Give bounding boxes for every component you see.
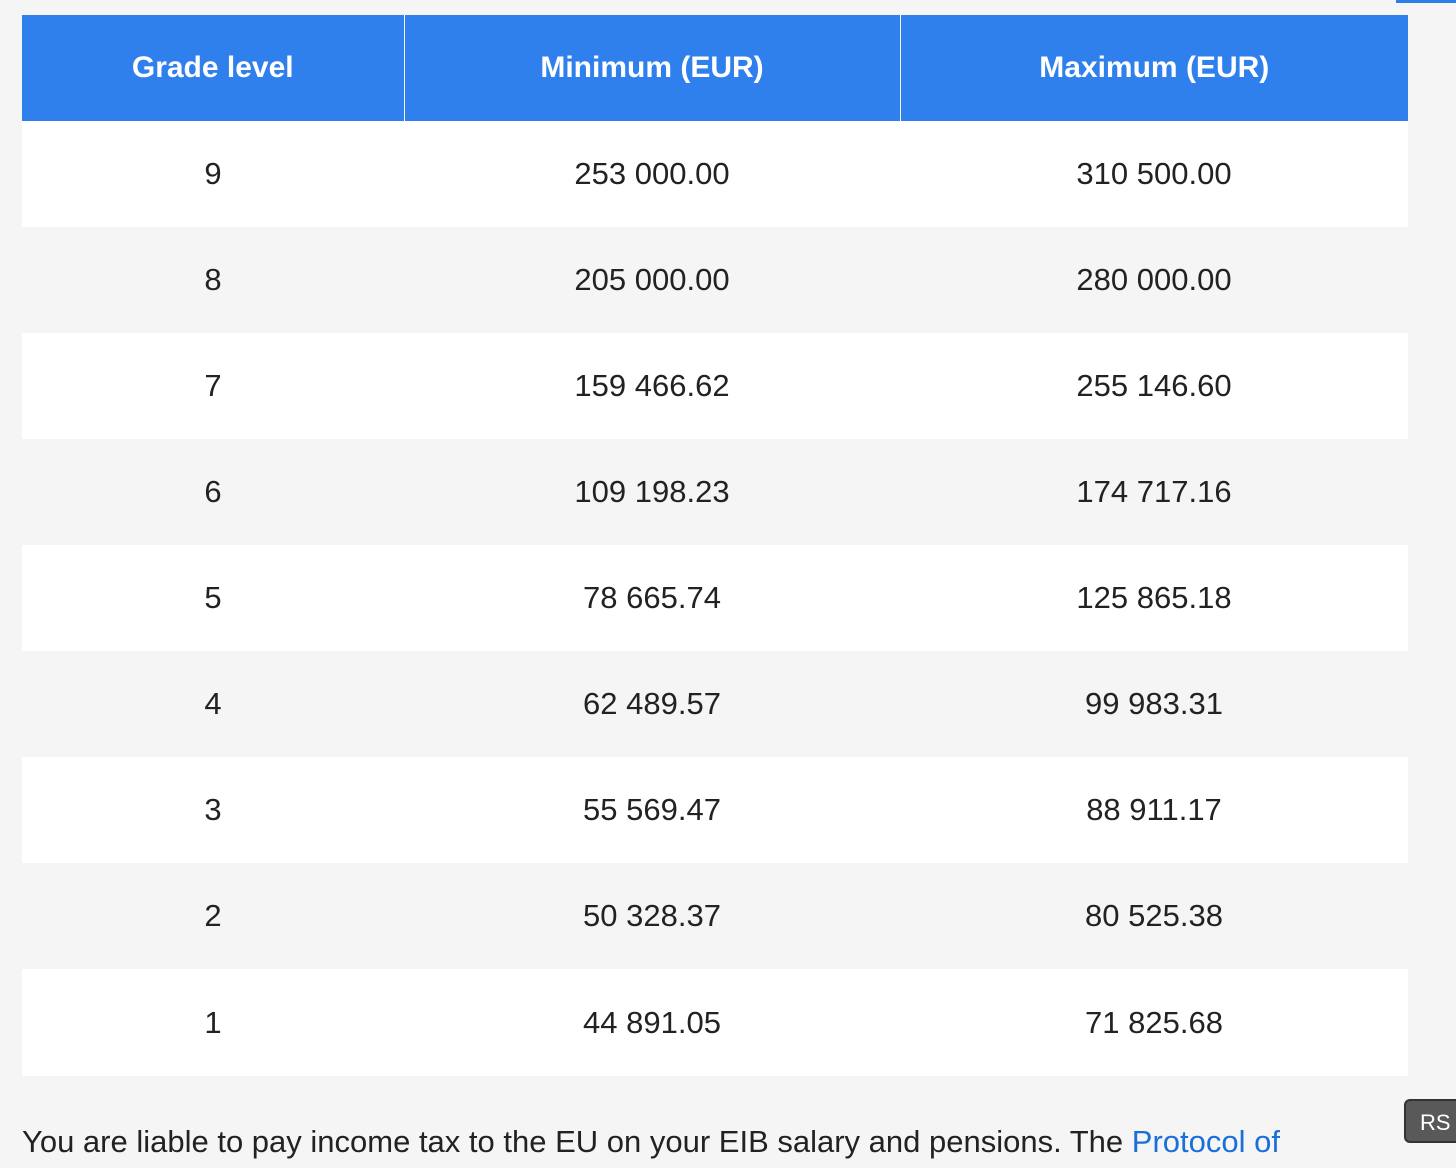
salary-grade-table: Grade level Minimum (EUR) Maximum (EUR) …: [22, 15, 1408, 1076]
table-row: 7 159 466.62 255 146.60: [22, 333, 1408, 439]
grade-cell: 6: [22, 439, 404, 545]
grade-cell: 7: [22, 333, 404, 439]
grade-cell: 4: [22, 651, 404, 757]
table-row: 6 109 198.23 174 717.16: [22, 439, 1408, 545]
minimum-cell: 62 489.57: [404, 651, 900, 757]
grade-cell: 5: [22, 545, 404, 651]
minimum-cell: 44 891.05: [404, 969, 900, 1076]
maximum-cell: 88 911.17: [900, 757, 1408, 863]
maximum-cell: 99 983.31: [900, 651, 1408, 757]
minimum-cell: 78 665.74: [404, 545, 900, 651]
grade-cell: 1: [22, 969, 404, 1076]
maximum-cell: 255 146.60: [900, 333, 1408, 439]
maximum-cell: 71 825.68: [900, 969, 1408, 1076]
table-row: 5 78 665.74 125 865.18: [22, 545, 1408, 651]
minimum-cell: 50 328.37: [404, 863, 900, 969]
top-accent-bar: [1396, 0, 1456, 3]
header-minimum: Minimum (EUR): [403, 15, 900, 121]
protocol-link[interactable]: Protocol of: [1132, 1124, 1280, 1159]
maximum-cell: 80 525.38: [900, 863, 1408, 969]
table-row: 1 44 891.05 71 825.68: [22, 969, 1408, 1076]
income-tax-text: You are liable to pay income tax to the …: [22, 1124, 1132, 1159]
header-maximum: Maximum (EUR): [899, 15, 1408, 121]
table-row: 9 253 000.00 310 500.00: [22, 121, 1408, 227]
header-grade-level: Grade level: [22, 15, 404, 121]
grade-cell: 8: [22, 227, 404, 333]
maximum-cell: 174 717.16: [900, 439, 1408, 545]
minimum-cell: 109 198.23: [404, 439, 900, 545]
grade-cell: 9: [22, 121, 404, 227]
grade-cell: 2: [22, 863, 404, 969]
rs-button[interactable]: RS: [1404, 1099, 1456, 1143]
minimum-cell: 55 569.47: [404, 757, 900, 863]
income-tax-paragraph: You are liable to pay income tax to the …: [22, 1124, 1280, 1160]
table-header-row: Grade level Minimum (EUR) Maximum (EUR): [22, 15, 1408, 121]
minimum-cell: 253 000.00: [404, 121, 900, 227]
minimum-cell: 205 000.00: [404, 227, 900, 333]
table-row: 3 55 569.47 88 911.17: [22, 757, 1408, 863]
maximum-cell: 310 500.00: [900, 121, 1408, 227]
maximum-cell: 125 865.18: [900, 545, 1408, 651]
table-row: 4 62 489.57 99 983.31: [22, 651, 1408, 757]
maximum-cell: 280 000.00: [900, 227, 1408, 333]
minimum-cell: 159 466.62: [404, 333, 900, 439]
rs-button-label: RS: [1420, 1110, 1451, 1135]
table-row: 2 50 328.37 80 525.38: [22, 863, 1408, 969]
table-row: 8 205 000.00 280 000.00: [22, 227, 1408, 333]
grade-cell: 3: [22, 757, 404, 863]
